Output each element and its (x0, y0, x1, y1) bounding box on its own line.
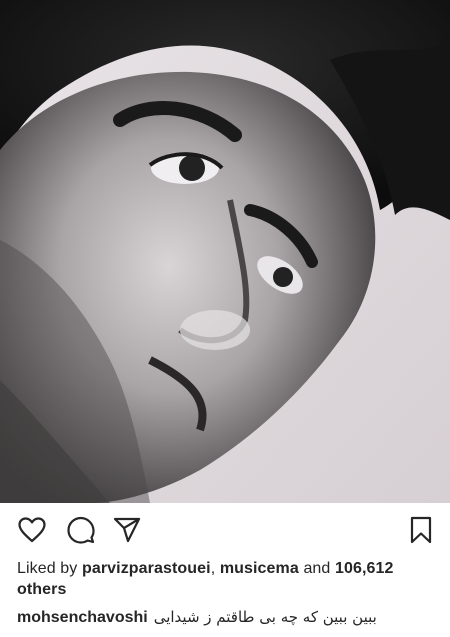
author-username[interactable]: mohsenchavoshi (17, 609, 148, 626)
liker-separator: , (210, 560, 216, 577)
speech-bubble-icon (67, 516, 95, 544)
save-button[interactable] (406, 515, 436, 545)
post-caption: mohsenchavoshi ببین ببین که چه بی طاقتم ز… (17, 606, 442, 629)
others-count: 106,612 (334, 560, 394, 577)
liked-by-label: Liked by (17, 560, 78, 577)
post-photo[interactable] (0, 0, 450, 503)
like-button[interactable] (17, 515, 47, 545)
liker-username-2[interactable]: musicema (220, 560, 299, 577)
comment-button[interactable] (66, 515, 96, 545)
portrait-image (0, 0, 450, 503)
instagram-post: Liked by parvizparastouei, musicema and … (0, 0, 450, 637)
liker-username-1[interactable]: parvizparastouei (82, 560, 211, 577)
others-label: others (17, 581, 67, 598)
likes-summary: Liked by parvizparastouei, musicema and … (17, 558, 437, 600)
bookmark-icon (410, 516, 432, 544)
caption-text: ببین ببین که چه بی طاقتم ز شیدایی (153, 608, 377, 626)
share-button[interactable] (112, 515, 142, 545)
post-actions-bar (0, 503, 450, 555)
heart-outline-icon (18, 517, 46, 543)
paper-plane-icon (113, 517, 141, 543)
and-label: and (303, 560, 331, 577)
